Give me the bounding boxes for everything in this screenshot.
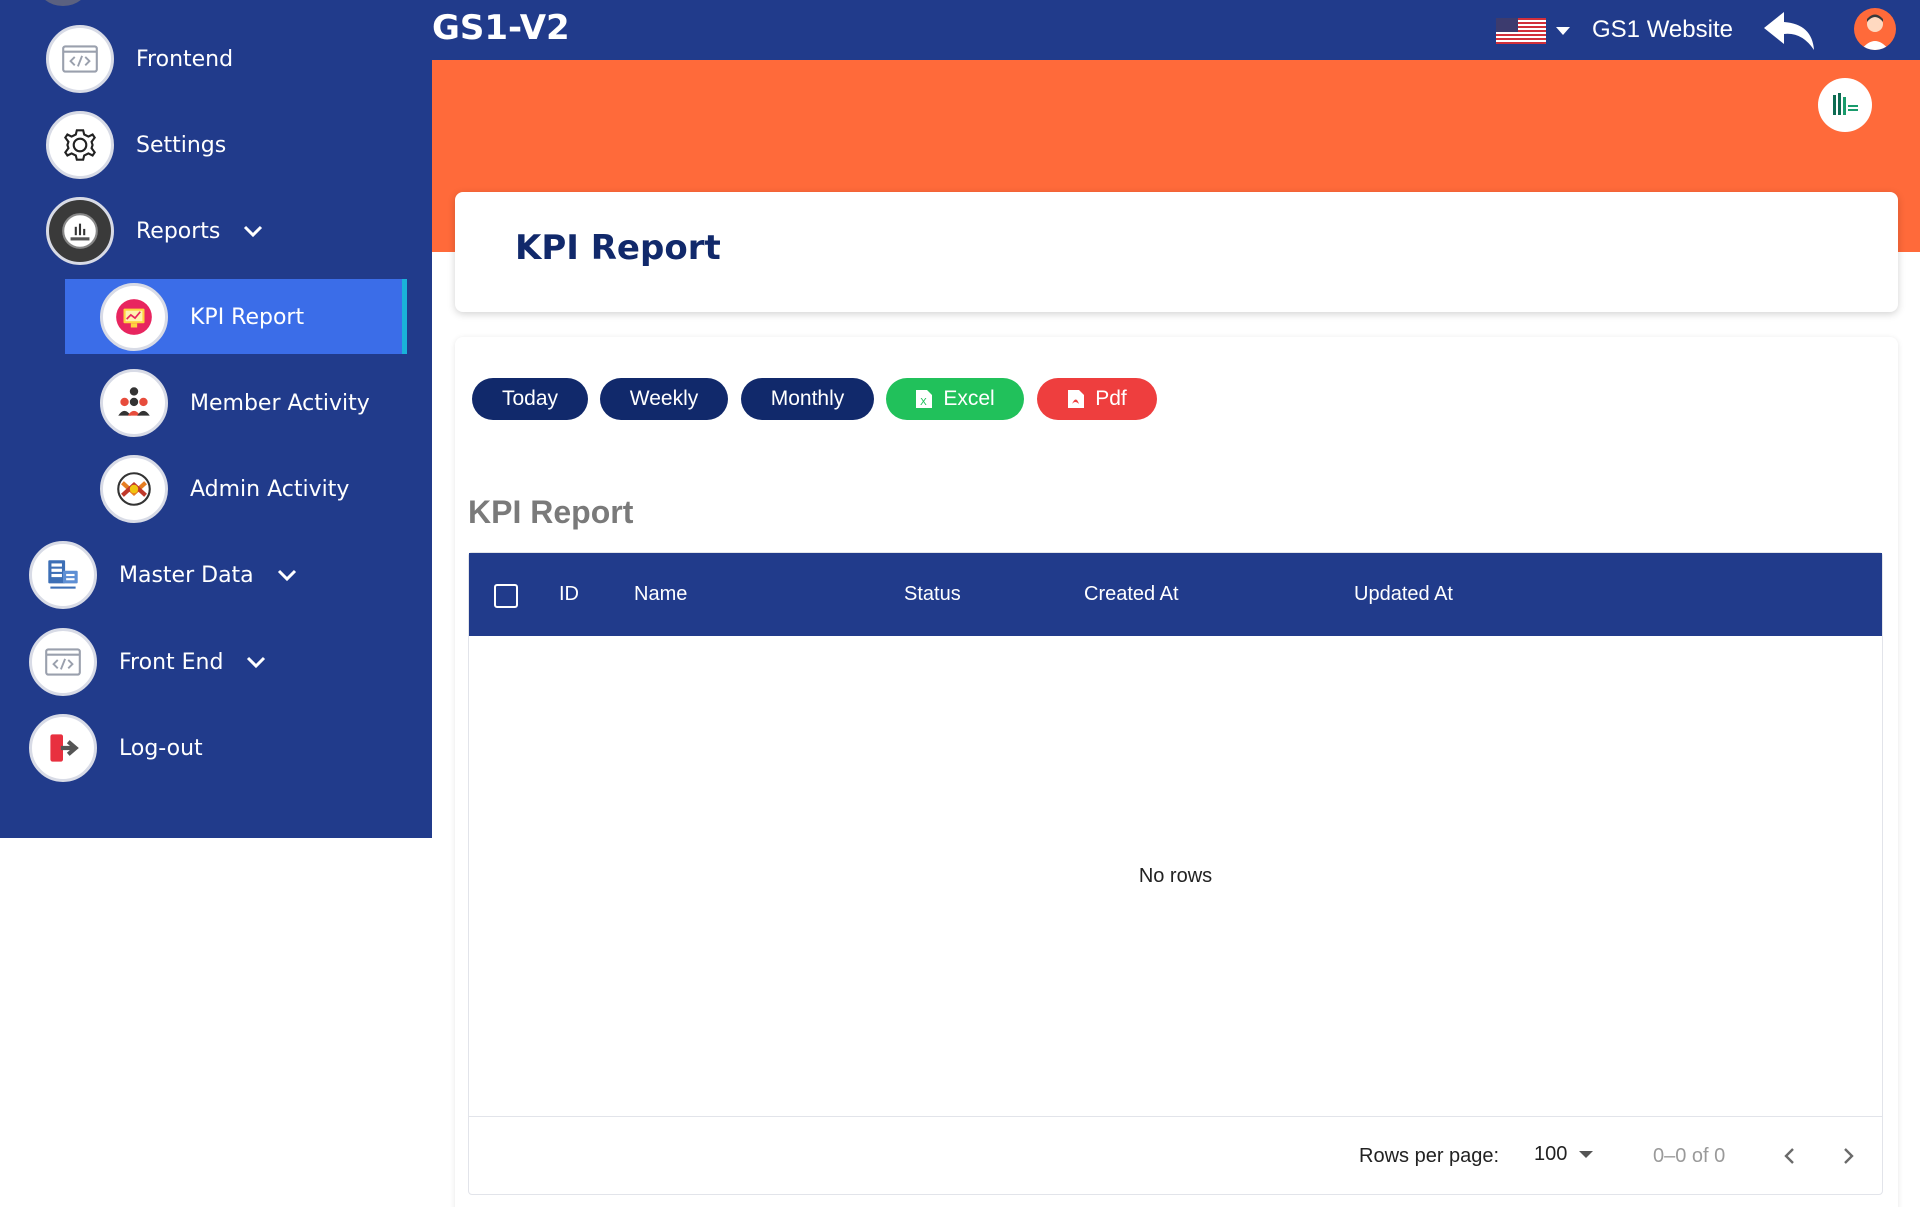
chevron-down-icon [247, 656, 266, 669]
top-header: GS1-V2 GS1 Website [432, 0, 1920, 60]
sidebar-item-admin-activity[interactable]: Admin Activity [100, 455, 349, 523]
column-header-updated-at[interactable]: Updated At [1354, 583, 1453, 606]
code-window-icon [46, 25, 114, 93]
sidebar-item-front-end[interactable]: Front End [29, 628, 267, 696]
kpi-monitor-icon [100, 283, 168, 351]
rows-per-page-value: 100 [1534, 1143, 1568, 1165]
sidebar-item-label: Log-out [119, 735, 203, 761]
user-avatar-icon[interactable] [1854, 8, 1896, 50]
brand-logo-icon [1818, 78, 1872, 132]
pdf-export-button[interactable]: Pdf [1037, 378, 1157, 420]
reply-arrow-icon[interactable] [1762, 8, 1818, 52]
table-pagination: Rows per page: 100 0–0 of 0 [469, 1116, 1882, 1195]
weekly-button[interactable]: Weekly [600, 378, 728, 420]
column-header-name[interactable]: Name [634, 583, 687, 606]
handshake-icon [100, 455, 168, 523]
sidebar-item-frontend[interactable]: Frontend [46, 25, 233, 93]
excel-button-label: Excel [943, 387, 995, 410]
sidebar-item-label: Member Activity [190, 390, 370, 416]
us-flag-icon[interactable] [1496, 18, 1546, 44]
sidebar-item-settings[interactable]: Settings [46, 111, 226, 179]
next-page-button[interactable] [1831, 1139, 1865, 1173]
sidebar-item-reports[interactable]: Reports [46, 197, 264, 265]
rows-per-page-select[interactable]: 100 [1534, 1143, 1594, 1166]
team-icon [100, 369, 168, 437]
table-section-title: KPI Report [468, 494, 634, 530]
chevron-down-icon [277, 569, 296, 582]
sidebar-item-master-data[interactable]: Master Data [29, 541, 298, 609]
gs1-website-link[interactable]: GS1 Website [1592, 16, 1733, 44]
logout-door-icon [29, 714, 97, 782]
sidebar-item-label: Front End [119, 649, 224, 675]
select-caret-icon [1579, 1151, 1594, 1158]
sidebar-item-label: Reports [136, 218, 221, 244]
monthly-button[interactable]: Monthly [741, 378, 874, 420]
master-data-icon [29, 541, 97, 609]
excel-export-button[interactable]: X Excel [886, 378, 1024, 420]
sidebar-item-label: Admin Activity [190, 476, 350, 502]
sidebar-item-label: KPI Report [190, 304, 305, 330]
gear-icon [46, 111, 114, 179]
sidebar-item-member-activity[interactable]: Member Activity [100, 369, 370, 437]
chevron-down-icon [244, 225, 263, 238]
app-root: Frontend Settings Reports KPI Report Mem… [0, 0, 1920, 1207]
pdf-button-label: Pdf [1095, 387, 1127, 410]
kpi-data-table: ID Name Status Created At Updated At No … [468, 552, 1883, 1195]
today-button[interactable]: Today [472, 378, 588, 420]
sidebar-item-logout[interactable]: Log-out [29, 714, 203, 782]
page-title: KPI Report [515, 228, 721, 268]
page-title-card: KPI Report [455, 192, 1898, 312]
previous-page-button[interactable] [1773, 1139, 1807, 1173]
column-header-status[interactable]: Status [904, 583, 961, 606]
sidebar: Frontend Settings Reports KPI Report Mem… [0, 0, 432, 838]
rows-per-page-label: Rows per page: [1359, 1145, 1500, 1167]
report-chart-icon [46, 197, 114, 265]
select-all-checkbox[interactable] [494, 584, 518, 608]
empty-state-text: No rows [1138, 865, 1213, 887]
code-window-icon [29, 628, 97, 696]
sidebar-item-label: Master Data [119, 562, 254, 588]
sidebar-item-label: Frontend [136, 46, 234, 72]
sidebar-item-label: Settings [136, 132, 227, 158]
svg-text:X: X [920, 397, 927, 408]
excel-file-icon: X [916, 390, 933, 408]
chevron-right-icon [1844, 1148, 1854, 1164]
pdf-file-icon [1068, 390, 1085, 408]
column-header-created-at[interactable]: Created At [1084, 583, 1179, 606]
table-header-row: ID Name Status Created At Updated At [469, 553, 1882, 636]
chevron-left-icon [1784, 1148, 1794, 1164]
pagination-range: 0–0 of 0 [1653, 1145, 1726, 1167]
sidebar-item-kpi-report[interactable]: KPI Report [100, 283, 304, 351]
language-dropdown-caret-icon[interactable] [1556, 27, 1570, 35]
column-header-id[interactable]: ID [559, 583, 579, 606]
app-title: GS1-V2 [432, 8, 570, 48]
sidebar-top-avatar [38, 0, 88, 6]
